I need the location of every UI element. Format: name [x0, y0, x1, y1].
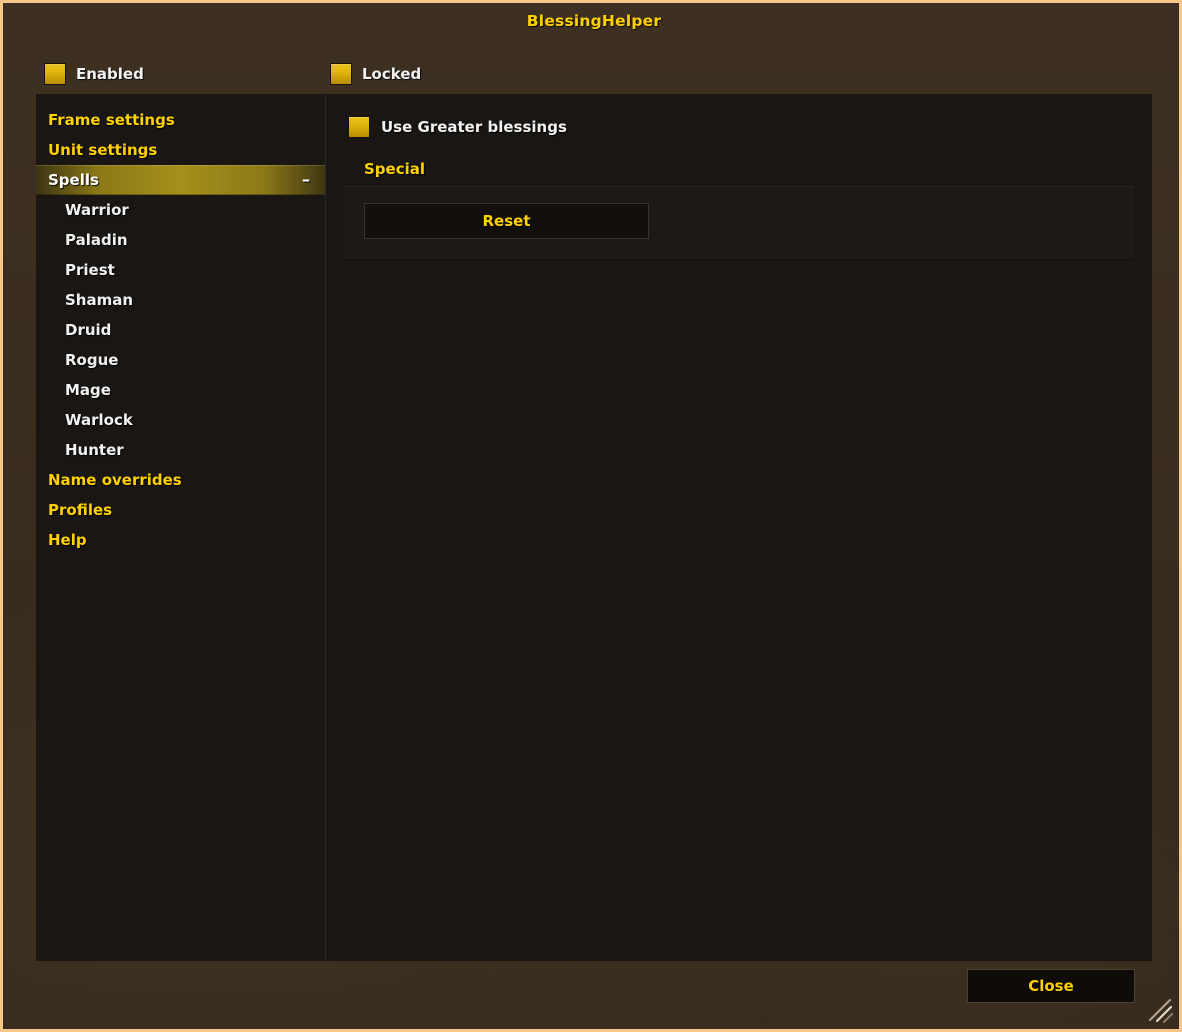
sidebar-item-label: Warlock — [65, 411, 133, 429]
checkbox-filled-icon[interactable] — [348, 116, 370, 138]
sidebar-item-druid[interactable]: Druid — [36, 315, 326, 345]
sidebar-item-mage[interactable]: Mage — [36, 375, 326, 405]
sidebar-item-label: Rogue — [65, 351, 119, 369]
special-group-heading: Special — [364, 160, 426, 178]
sidebar-item-priest[interactable]: Priest — [36, 255, 326, 285]
sidebar-item-label: Hunter — [65, 441, 124, 459]
sidebar-item-label: Profiles — [48, 501, 113, 519]
collapse-minus-icon[interactable]: – — [302, 172, 310, 188]
sidebar-item-paladin[interactable]: Paladin — [36, 225, 326, 255]
locked-checkbox-row[interactable]: Locked — [330, 63, 421, 85]
sidebar-item-unit-settings[interactable]: Unit settings — [36, 135, 326, 165]
sidebar-item-rogue[interactable]: Rogue — [36, 345, 326, 375]
resize-grip-icon[interactable] — [1147, 997, 1173, 1023]
special-group-box: Reset — [344, 186, 1134, 260]
use-greater-blessings-checkbox-row[interactable]: Use Greater blessings — [348, 116, 1134, 138]
locked-label: Locked — [362, 65, 422, 83]
sidebar-item-label: Priest — [65, 261, 115, 279]
use-greater-blessings-label: Use Greater blessings — [381, 118, 567, 136]
sidebar-item-label: Paladin — [65, 231, 128, 249]
sidebar-item-name-overrides[interactable]: Name overrides — [36, 465, 326, 495]
sidebar-item-frame-settings[interactable]: Frame settings — [36, 105, 326, 135]
close-button[interactable]: Close — [967, 969, 1135, 1003]
sidebar-item-label: Help — [48, 531, 87, 549]
sidebar-item-warrior[interactable]: Warrior — [36, 195, 326, 225]
top-toggle-row: Enabled Locked — [3, 63, 1179, 93]
reset-button[interactable]: Reset — [364, 203, 649, 239]
window-title: BlessingHelper — [526, 12, 662, 30]
sidebar-item-warlock[interactable]: Warlock — [36, 405, 326, 435]
sidebar-item-help[interactable]: Help — [36, 525, 326, 555]
sidebar-item-label: Name overrides — [48, 471, 182, 489]
checkbox-filled-icon[interactable] — [44, 63, 66, 85]
checkbox-filled-icon[interactable] — [330, 63, 352, 85]
close-button-label: Close — [1028, 977, 1074, 995]
sidebar-item-label: Shaman — [65, 291, 134, 309]
sidebar-item-hunter[interactable]: Hunter — [36, 435, 326, 465]
sidebar-item-label: Druid — [65, 321, 112, 339]
sidebar-item-label: Mage — [65, 381, 111, 399]
sidebar-item-label: Warrior — [65, 201, 129, 219]
sidebar-item-spells[interactable]: Spells – — [36, 165, 326, 195]
sidebar-item-label: Frame settings — [48, 111, 175, 129]
title-bar[interactable]: BlessingHelper — [6, 6, 1179, 36]
blessinghelper-window: BlessingHelper Enabled Locked Frame sett… — [0, 0, 1182, 1032]
sidebar-tree: Frame settings Unit settings Spells – Wa… — [36, 94, 326, 961]
enabled-label: Enabled — [76, 65, 144, 83]
reset-button-label: Reset — [482, 212, 531, 230]
sidebar-item-profiles[interactable]: Profiles — [36, 495, 326, 525]
content-pane: Use Greater blessings Special Reset — [326, 94, 1152, 961]
options-body: Frame settings Unit settings Spells – Wa… — [36, 94, 1152, 961]
enabled-checkbox-row[interactable]: Enabled — [44, 63, 144, 85]
sidebar-item-label: Spells — [48, 171, 99, 189]
sidebar-item-shaman[interactable]: Shaman — [36, 285, 326, 315]
sidebar-item-label: Unit settings — [48, 141, 158, 159]
